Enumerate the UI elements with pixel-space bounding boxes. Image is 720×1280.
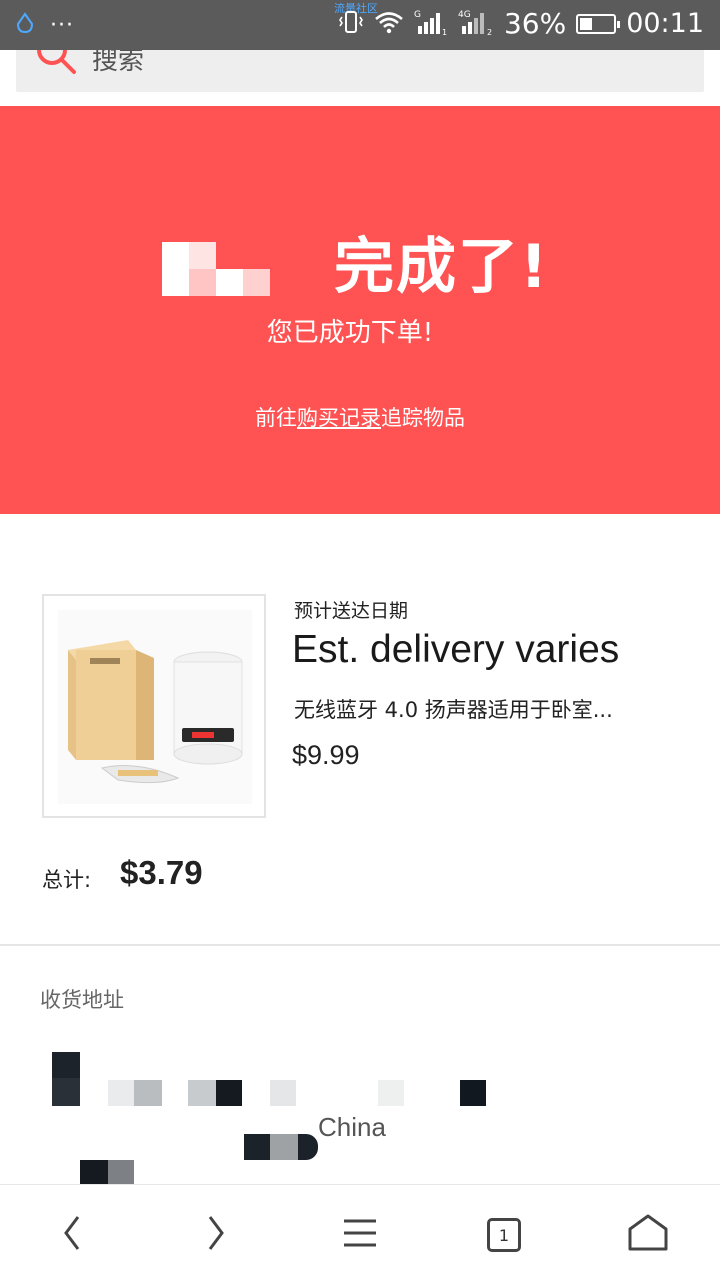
home-button[interactable] [620, 1207, 676, 1263]
product-image[interactable] [42, 594, 266, 818]
svg-text:G: G [414, 10, 421, 20]
clock: 00:11 [626, 8, 704, 39]
link-prefix: 前往 [255, 406, 297, 430]
svg-text:1: 1 [442, 28, 447, 36]
chevron-left-icon [62, 1215, 82, 1255]
menu-button[interactable] [332, 1207, 388, 1263]
vibrate-icon [338, 9, 364, 39]
hamburger-menu-icon [342, 1217, 378, 1253]
status-left: ··· [14, 12, 74, 40]
battery-level [580, 18, 592, 30]
order-item-section: 预计送达日期 Est. delivery varies 无线蓝牙 4.0 扬声器… [0, 514, 720, 944]
product-photo [58, 610, 252, 804]
address-country: China [318, 1112, 386, 1142]
svg-text:4G: 4G [458, 10, 471, 20]
forward-button[interactable] [188, 1207, 244, 1263]
shipping-address-label: 收货地址 [40, 988, 124, 1012]
link-suffix: 追踪物品 [381, 406, 465, 430]
svg-text:2: 2 [487, 28, 492, 36]
order-confirmation-banner: 完成了! 您已成功下单! 前往购买记录追踪物品 [0, 106, 720, 514]
battery-icon [576, 14, 621, 34]
tabs-button[interactable]: 1 [476, 1207, 532, 1263]
battery-percent: 36% [503, 7, 567, 40]
signal-g-icon: G 1 [414, 8, 448, 40]
track-order-line: 前往购买记录追踪物品 [0, 402, 720, 432]
purchase-history-link[interactable]: 购买记录 [297, 406, 381, 430]
shipping-address-section: 收货地址 China [0, 946, 720, 1186]
notification-icon [14, 12, 36, 40]
back-button[interactable] [44, 1207, 100, 1263]
home-icon [627, 1213, 669, 1257]
product-price: $9.99 [292, 740, 360, 770]
product-title[interactable]: 无线蓝牙 4.0 扬声器适用于卧室... [294, 694, 674, 724]
page: ··· 流量社区 G 1 4G 2 36% 00:11 搜索 完成了! 您已成功… [0, 0, 720, 1280]
signal-4g-icon: 4G 2 [458, 8, 494, 40]
bottom-navigation: 1 [0, 1184, 720, 1280]
chevron-right-icon [206, 1215, 226, 1255]
total-value: $3.79 [120, 854, 203, 891]
status-bar: ··· 流量社区 G 1 4G 2 36% 00:11 [0, 0, 720, 50]
tab-count: 1 [487, 1218, 521, 1252]
more-dots-icon: ··· [50, 13, 74, 38]
status-right: G 1 4G 2 36% 00:11 [338, 8, 704, 40]
pixelated-logo [162, 242, 270, 296]
banner-subtitle: 您已成功下单! [266, 318, 434, 348]
wifi-icon [374, 10, 404, 38]
estimated-delivery-label: 预计送达日期 [294, 600, 409, 622]
total-label: 总计: [42, 868, 92, 892]
estimated-delivery-value: Est. delivery varies [292, 628, 620, 671]
banner-title: 完成了! [334, 232, 550, 302]
